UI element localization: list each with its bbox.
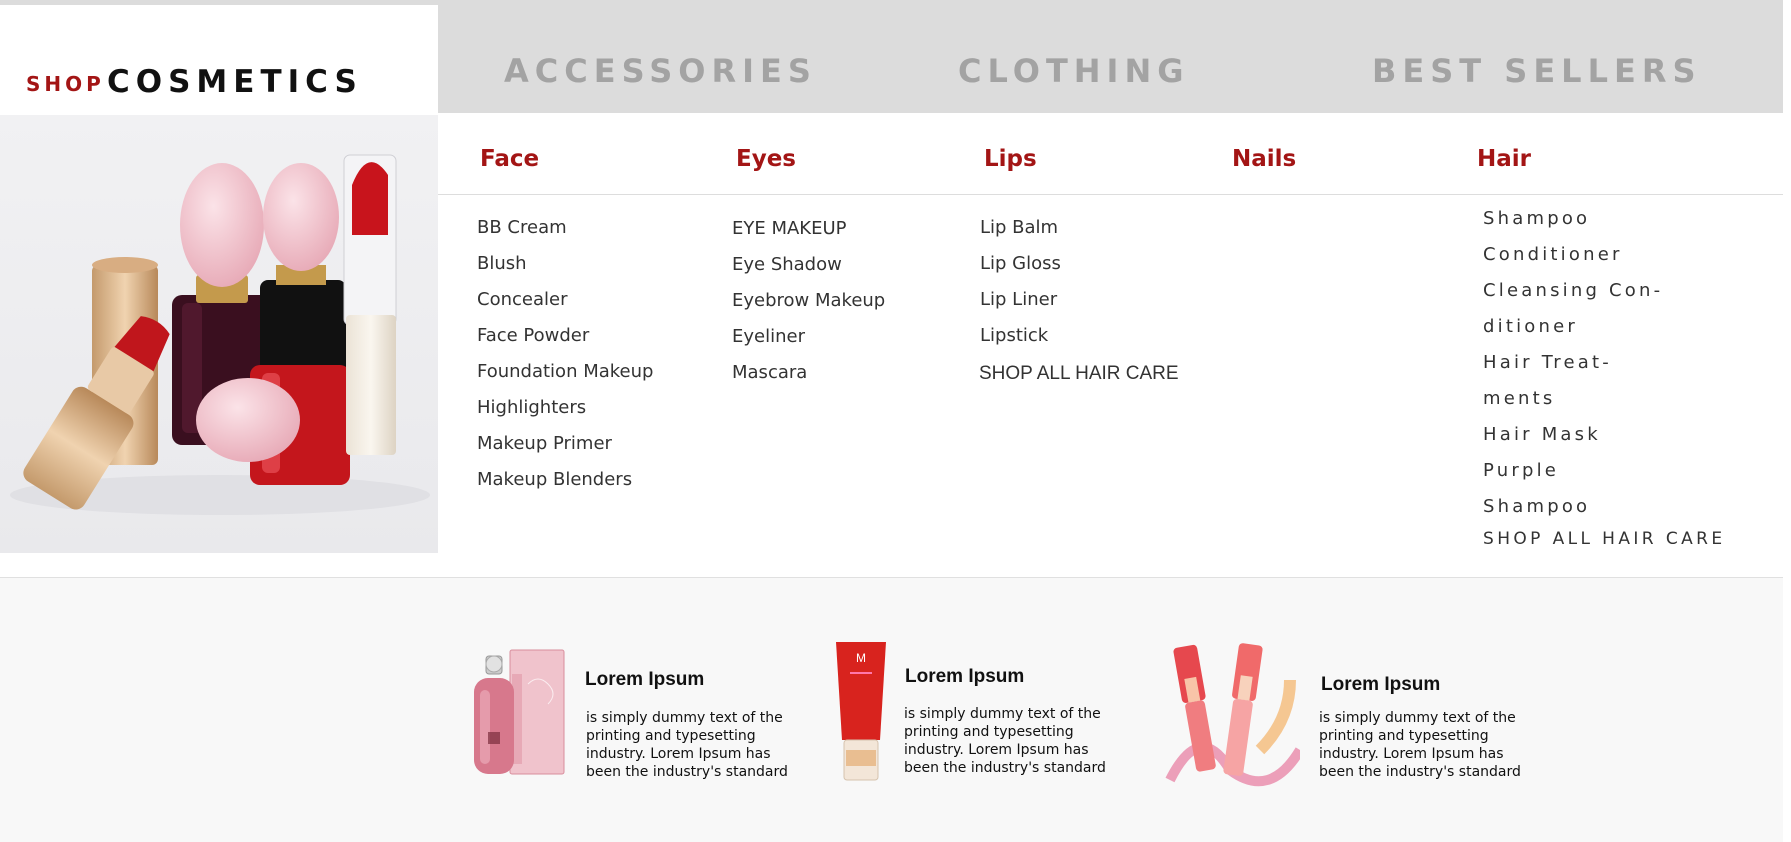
menu-item-hair-mask[interactable]: Hair Mask xyxy=(1483,424,1601,445)
menu-item-conditioner[interactable]: Conditioner xyxy=(1483,244,1623,265)
promo-3-text: is simply dummy text of the printing and… xyxy=(1319,710,1521,780)
menu-item-eye-shadow[interactable]: Eye Shadow xyxy=(732,254,842,275)
cosmetics-illustration xyxy=(10,154,430,515)
menu-item-shampoo[interactable]: Shampoo xyxy=(1483,208,1590,229)
menu-item-purple-shampoo[interactable]: Purple xyxy=(1483,460,1559,481)
menu-item-concealer[interactable]: Concealer xyxy=(477,289,567,310)
menu-item-highlighters[interactable]: Highlighters xyxy=(477,397,586,418)
category-face[interactable]: Face xyxy=(480,146,539,172)
menu-item-face-powder[interactable]: Face Powder xyxy=(477,325,589,346)
shop-all-link-hair[interactable]: SHOP ALL HAIR CARE xyxy=(1483,529,1725,549)
promo-2-text: is simply dummy text of the printing and… xyxy=(904,706,1106,776)
lip-gloss-product-image[interactable] xyxy=(1164,640,1300,792)
nav-tab-clothing[interactable]: CLOTHING xyxy=(958,52,1190,90)
menu-item-lip-gloss[interactable]: Lip Gloss xyxy=(980,253,1061,274)
menu-item-makeup-primer[interactable]: Makeup Primer xyxy=(477,433,612,454)
shop-all-link-lips[interactable]: SHOP ALL HAIR CARE xyxy=(979,363,1179,385)
cosmetics-hero-image xyxy=(0,115,438,553)
menu-item-lip-liner[interactable]: Lip Liner xyxy=(980,289,1057,310)
category-nails[interactable]: Nails xyxy=(1232,146,1296,172)
menu-item-eye-makeup[interactable]: EYE MAKEUP xyxy=(732,218,847,239)
menu-item-mascara[interactable]: Mascara xyxy=(732,362,807,383)
menu-item-hair-treatments[interactable]: Hair Treat- xyxy=(1483,352,1612,373)
menu-item-eyebrow-makeup[interactable]: Eyebrow Makeup xyxy=(732,290,885,311)
menu-item-bb-cream[interactable]: BB Cream xyxy=(477,217,567,238)
menu-item-eyeliner[interactable]: Eyeliner xyxy=(732,326,805,347)
menu-item-purple-shampoo-cont[interactable]: Shampoo xyxy=(1483,496,1590,517)
shop-label: SHOP xyxy=(26,72,105,96)
promo-2-title[interactable]: Lorem Ipsum xyxy=(905,666,1024,688)
shop-title[interactable]: COSMETICS xyxy=(107,64,363,100)
promo-1-title[interactable]: Lorem Ipsum xyxy=(585,669,704,691)
category-lips[interactable]: Lips xyxy=(984,146,1037,172)
menu-item-cleansing-conditioner[interactable]: Cleansing Con- xyxy=(1483,280,1663,301)
menu-item-blush[interactable]: Blush xyxy=(477,253,527,274)
menu-item-lipstick[interactable]: Lipstick xyxy=(980,325,1048,346)
perfume-product-image[interactable] xyxy=(472,644,568,778)
menu-item-lip-balm[interactable]: Lip Balm xyxy=(980,217,1058,238)
menu-item-cleansing-conditioner-cont[interactable]: ditioner xyxy=(1483,316,1578,337)
svg-text:M: M xyxy=(856,651,866,665)
menu-item-makeup-blenders[interactable]: Makeup Blenders xyxy=(477,469,632,490)
nav-tab-accessories[interactable]: ACCESSORIES xyxy=(504,52,817,90)
menu-item-hair-treatments-cont[interactable]: ments xyxy=(1483,388,1555,409)
promo-1-text: is simply dummy text of the printing and… xyxy=(586,710,788,780)
promo-section: Lorem Ipsum is simply dummy text of the … xyxy=(0,577,1791,842)
page-edge xyxy=(1783,0,1791,842)
bb-cream-product-image[interactable]: M xyxy=(832,640,890,786)
nav-tab-best-sellers[interactable]: BEST SELLERS xyxy=(1372,52,1702,90)
menu-divider xyxy=(438,194,1783,195)
promo-3-title[interactable]: Lorem Ipsum xyxy=(1321,674,1440,696)
category-eyes[interactable]: Eyes xyxy=(736,146,796,172)
menu-item-foundation-makeup[interactable]: Foundation Makeup xyxy=(477,361,653,382)
category-hair[interactable]: Hair xyxy=(1477,146,1531,172)
